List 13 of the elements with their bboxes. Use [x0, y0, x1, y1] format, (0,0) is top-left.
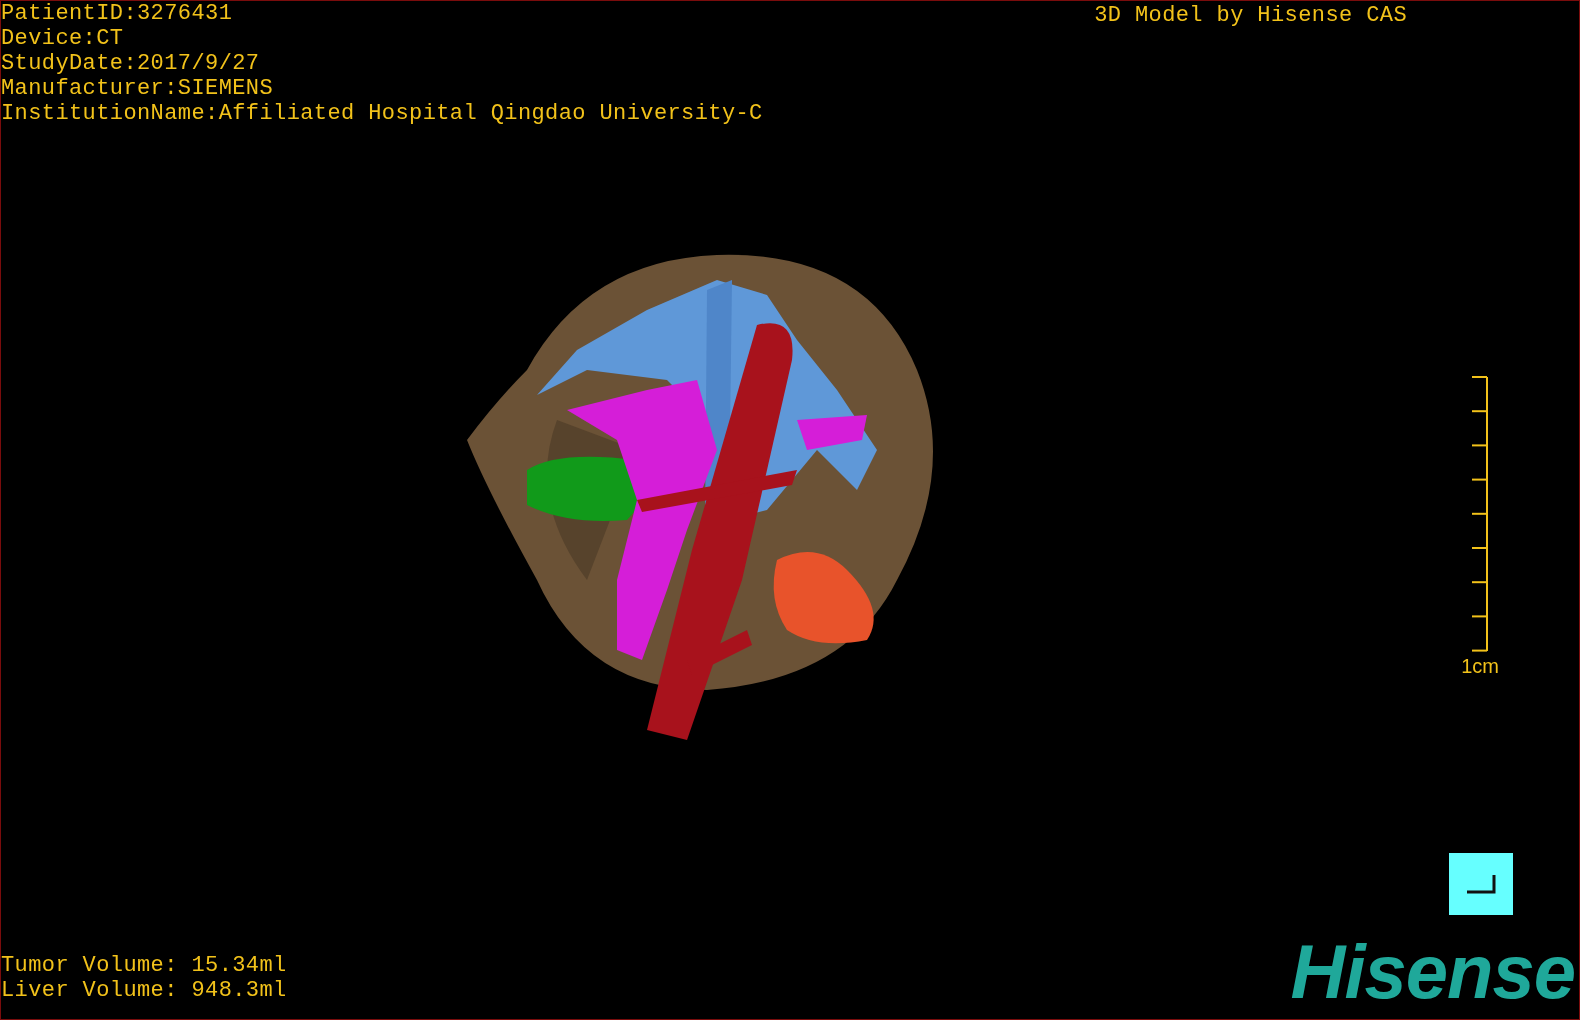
logo: Hisense: [1290, 937, 1575, 1007]
scale-label: 1cm: [1461, 654, 1499, 678]
info-text: Manufacturer:SIEMENS: [1, 76, 275, 101]
info-text: StudyDate:2017/9/27: [1, 51, 261, 76]
volume-text: Tumor Volume: 15.34ml: [1, 953, 287, 978]
info-text: Device:CT: [1, 26, 125, 51]
corner-icon: [1465, 873, 1497, 895]
scale-ruler-icon: [1471, 376, 1490, 652]
info-text: PatientID:3276431: [1, 1, 234, 26]
corner-button[interactable]: [1449, 853, 1513, 915]
info-text: InstitutionName:Affiliated Hospital Qingdao University-C: [1, 101, 763, 126]
volume-text: Liver Volume: 948.3ml: [1, 978, 287, 1003]
credit-text: 3D Model by Hisense CAS: [1094, 3, 1407, 28]
